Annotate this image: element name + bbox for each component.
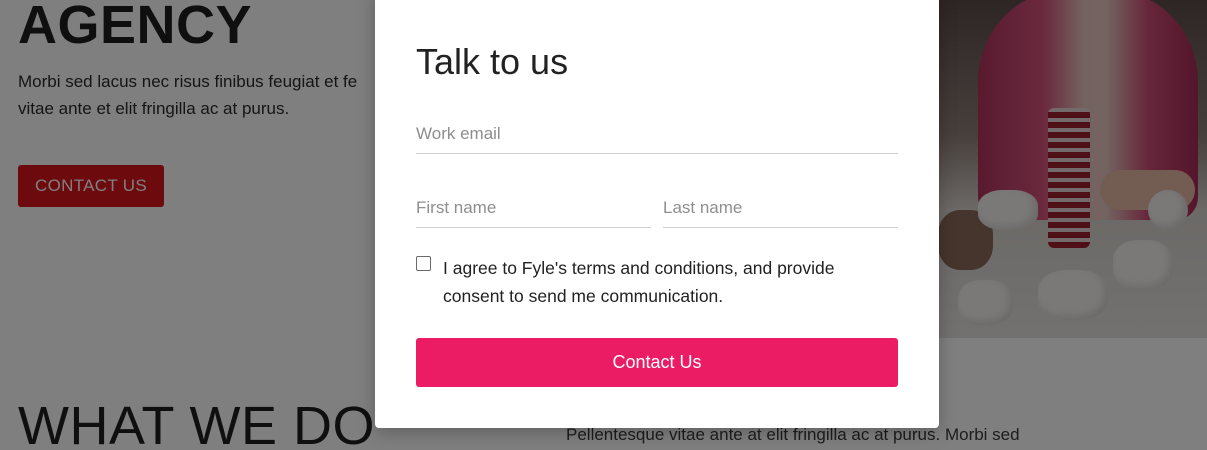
- contact-us-submit-button[interactable]: Contact Us: [416, 338, 898, 387]
- consent-label-line: I agree to Fyle's terms and conditions, …: [443, 258, 835, 278]
- consent-label[interactable]: I agree to Fyle's terms and conditions, …: [443, 254, 883, 310]
- work-email-input[interactable]: [416, 114, 898, 154]
- modal-title: Talk to us: [416, 41, 569, 82]
- consent-label-line: consent to send me communication.: [443, 286, 724, 306]
- last-name-input[interactable]: [663, 188, 898, 228]
- consent-checkbox[interactable]: [416, 256, 431, 271]
- contact-modal: Talk to us I agree to Fyle's terms and c…: [375, 0, 939, 428]
- first-name-input[interactable]: [416, 188, 651, 228]
